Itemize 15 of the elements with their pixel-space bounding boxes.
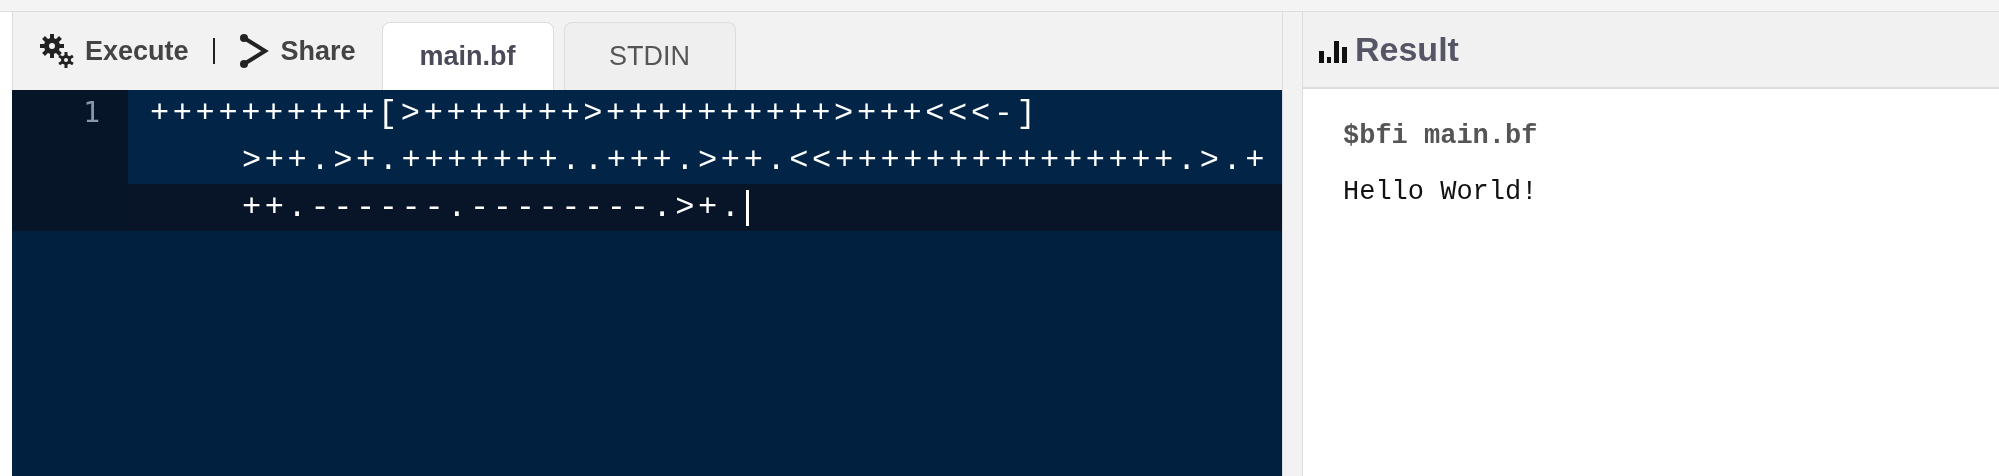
command-text: $bfi main.bf [1343, 121, 1539, 153]
file-tab[interactable]: main.bf [381, 22, 554, 90]
code-text: ++.------.--------.>+. [242, 189, 744, 226]
code-editor[interactable]: 1 ++++++++++[>+++++++>++++++++++>+++<<<-] >++.>+.+++++++..+++.>++.<<+++++++++++++++.>.+ ++.------.--------.>+. [12, 90, 1282, 476]
panel-title: Result [1355, 30, 1459, 69]
execute-button[interactable]: Execute [33, 12, 195, 90]
code-text: ++++++++++[>+++++++>++++++++++>+++<<<-] [150, 95, 1040, 132]
panel-splitter[interactable] [1282, 12, 1303, 476]
gears-icon [39, 33, 75, 69]
share-button[interactable]: Share [232, 12, 362, 90]
file-tab[interactable]: STDIN [563, 22, 736, 90]
code-text: >++.>+.+++++++..+++.>++.<<+++++++++++++++.>.+ [242, 142, 1269, 179]
line-number: 1 [83, 96, 101, 130]
share-icon [238, 33, 271, 69]
output-text: Hello World! [1343, 177, 1539, 207]
